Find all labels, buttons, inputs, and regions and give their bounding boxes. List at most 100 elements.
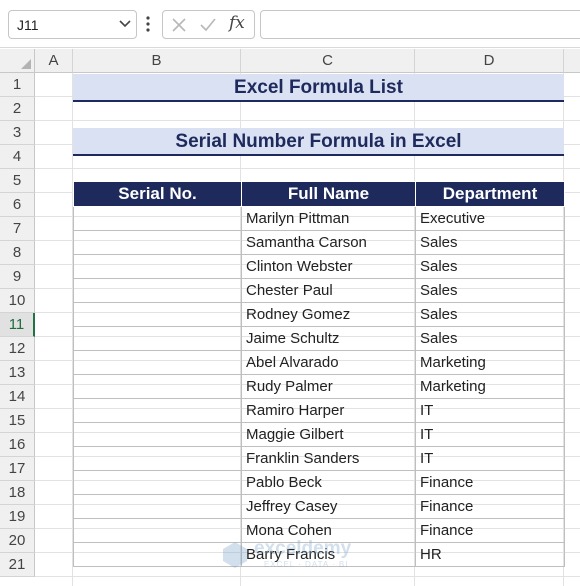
cell-full-name[interactable]: Samantha Carson	[241, 230, 416, 255]
row-header[interactable]: 4	[0, 145, 35, 169]
formula-input[interactable]	[260, 10, 580, 39]
table-row: Abel Alvarado Marketing	[73, 350, 565, 375]
row-header[interactable]: 6	[0, 193, 35, 217]
table-row: Jeffrey Casey Finance	[73, 494, 565, 519]
cell-full-name[interactable]: Jaime Schultz	[241, 326, 416, 351]
row-header[interactable]: 20	[0, 529, 35, 553]
header-serial-no[interactable]: Serial No.	[73, 181, 242, 207]
cell-serial-no[interactable]	[73, 230, 242, 255]
table-row: Jaime Schultz Sales	[73, 326, 565, 351]
cell-full-name[interactable]: Pablo Beck	[241, 470, 416, 495]
table-row: Marilyn Pittman Executive	[73, 206, 565, 231]
table-row: Samantha Carson Sales	[73, 230, 565, 255]
header-full-name[interactable]: Full Name	[241, 181, 416, 207]
row-header[interactable]: 1	[0, 73, 35, 97]
table-row: Franklin Sanders IT	[73, 446, 565, 471]
cell-serial-no[interactable]	[73, 470, 242, 495]
cell-department[interactable]: Finance	[415, 518, 565, 543]
cell-department[interactable]: Sales	[415, 278, 565, 303]
cell-full-name[interactable]: Maggie Gilbert	[241, 422, 416, 447]
cell-department[interactable]: IT	[415, 446, 565, 471]
cell-serial-no[interactable]	[73, 494, 242, 519]
cell-serial-no[interactable]	[73, 518, 242, 543]
cell-serial-no[interactable]	[73, 374, 242, 399]
cell-full-name[interactable]: Rodney Gomez	[241, 302, 416, 327]
select-all-button[interactable]	[0, 49, 35, 73]
cell-full-name[interactable]: Chester Paul	[241, 278, 416, 303]
table-row: Rudy Palmer Marketing	[73, 374, 565, 399]
cell-department[interactable]: HR	[415, 542, 565, 567]
row-header[interactable]: 21	[0, 553, 35, 577]
table-row: Maggie Gilbert IT	[73, 422, 565, 447]
cell-department[interactable]: Executive	[415, 206, 565, 231]
row-header[interactable]: 7	[0, 217, 35, 241]
cell-serial-no[interactable]	[73, 326, 242, 351]
column-header-a[interactable]: A	[35, 49, 73, 73]
cell-department[interactable]: Sales	[415, 326, 565, 351]
cell-department[interactable]: Sales	[415, 254, 565, 279]
row-header[interactable]: 3	[0, 121, 35, 145]
row-header[interactable]: 16	[0, 433, 35, 457]
cell-serial-no[interactable]	[73, 278, 242, 303]
exceldemy-watermark: exceldemy EXCEL · DATA · BI	[218, 538, 368, 574]
row-header[interactable]: 12	[0, 337, 35, 361]
name-box[interactable]: J11	[8, 10, 137, 39]
cell-full-name[interactable]: Franklin Sanders	[241, 446, 416, 471]
cell-serial-no[interactable]	[73, 350, 242, 375]
cell-department[interactable]: Marketing	[415, 374, 565, 399]
row-header[interactable]: 10	[0, 289, 35, 313]
column-header-c[interactable]: C	[241, 49, 415, 73]
cell-full-name[interactable]: Jeffrey Casey	[241, 494, 416, 519]
cell-department[interactable]: Sales	[415, 302, 565, 327]
watermark-brand: exceldemy	[254, 538, 352, 559]
cell-full-name[interactable]: Rudy Palmer	[241, 374, 416, 399]
cell-serial-no[interactable]	[73, 398, 242, 423]
column-header-d[interactable]: D	[415, 49, 564, 73]
cell-serial-no[interactable]	[73, 422, 242, 447]
row-header[interactable]: 2	[0, 97, 35, 121]
cell-department[interactable]: Marketing	[415, 350, 565, 375]
cell-full-name[interactable]: Marilyn Pittman	[241, 206, 416, 231]
cell-serial-no[interactable]	[73, 254, 242, 279]
cell-full-name[interactable]: Clinton Webster	[241, 254, 416, 279]
more-options-icon[interactable]	[145, 14, 151, 34]
cell-department[interactable]: Finance	[415, 494, 565, 519]
cell-full-name[interactable]: Abel Alvarado	[241, 350, 416, 375]
cell-serial-no[interactable]	[73, 302, 242, 327]
row-header[interactable]: 17	[0, 457, 35, 481]
cell-full-name[interactable]: Ramiro Harper	[241, 398, 416, 423]
cell-serial-no[interactable]	[73, 542, 242, 567]
row-header[interactable]: 18	[0, 481, 35, 505]
table-row: Chester Paul Sales	[73, 278, 565, 303]
name-box-value: J11	[17, 17, 39, 33]
row-header[interactable]: 9	[0, 265, 35, 289]
row-header[interactable]: 13	[0, 361, 35, 385]
sheet-title[interactable]: Excel Formula List	[73, 74, 564, 102]
cell-serial-no[interactable]	[73, 206, 242, 231]
employee-table: Serial No. Full Name Department Marilyn …	[73, 181, 565, 567]
table-row: Clinton Webster Sales	[73, 254, 565, 279]
row-header[interactable]: 15	[0, 409, 35, 433]
column-header-b[interactable]: B	[73, 49, 241, 73]
cancel-icon[interactable]	[171, 17, 187, 33]
cell-department[interactable]: Finance	[415, 470, 565, 495]
row-header[interactable]: 5	[0, 169, 35, 193]
insert-function-icon[interactable]: fx	[229, 13, 245, 33]
table-row: Ramiro Harper IT	[73, 398, 565, 423]
header-department[interactable]: Department	[415, 181, 565, 207]
enter-check-icon[interactable]	[199, 17, 217, 33]
row-header[interactable]: 11	[0, 313, 35, 337]
cell-serial-no[interactable]	[73, 446, 242, 471]
cell-department[interactable]: IT	[415, 398, 565, 423]
row-header[interactable]: 8	[0, 241, 35, 265]
sheet-subtitle[interactable]: Serial Number Formula in Excel	[73, 128, 564, 156]
row-header[interactable]: 14	[0, 385, 35, 409]
cell-department[interactable]: IT	[415, 422, 565, 447]
column-header-e[interactable]	[564, 49, 580, 73]
chevron-down-icon[interactable]	[118, 16, 132, 30]
table-row: Pablo Beck Finance	[73, 470, 565, 495]
row-header[interactable]: 19	[0, 505, 35, 529]
watermark-tagline: EXCEL · DATA · BI	[264, 560, 349, 569]
cell-department[interactable]: Sales	[415, 230, 565, 255]
table-header-row: Serial No. Full Name Department	[73, 181, 565, 207]
